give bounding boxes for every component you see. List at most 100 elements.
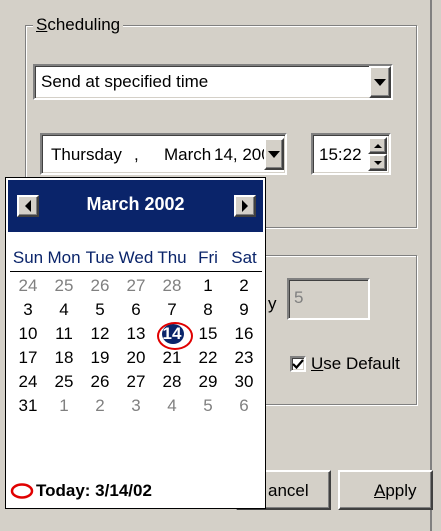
calendar-day-number: 19 <box>90 348 110 367</box>
calendar-month-title[interactable]: March 2002 <box>8 194 263 215</box>
time-field[interactable]: 15:22 <box>311 133 391 175</box>
arrow-right-icon <box>242 200 248 212</box>
calendar-day[interactable]: 23 <box>226 346 262 370</box>
calendar-day[interactable]: 5 <box>82 298 118 322</box>
calendar-day-number: 26 <box>90 276 110 295</box>
calendar-day[interactable]: 2 <box>226 274 262 298</box>
today-link[interactable]: Today: 3/14/02 <box>10 481 152 501</box>
calendar-day-number: 22 <box>198 348 218 367</box>
calendar-day[interactable]: 11 <box>46 322 82 346</box>
calendar-day-number: 7 <box>167 300 177 319</box>
calendar-day-number: 3 <box>23 300 33 319</box>
weekday-label: Thu <box>157 248 187 267</box>
date-month[interactable]: March <box>164 145 211 165</box>
calendar-header: March 2002 <box>8 180 263 232</box>
calendar-day[interactable]: 3 <box>10 298 46 322</box>
calendar-day[interactable]: 27 <box>118 274 154 298</box>
calendar-day-number: 2 <box>95 396 105 415</box>
calendar-day[interactable]: 24 <box>10 274 46 298</box>
calendar-day-number: 29 <box>198 372 218 391</box>
chevron-down-icon <box>268 150 280 158</box>
checkmark-icon <box>292 359 304 370</box>
calendar-day-number: 15 <box>198 324 218 343</box>
calendar-day[interactable]: 9 <box>226 298 262 322</box>
calendar-day[interactable]: 13 <box>118 322 154 346</box>
calendar-day-number: 14 <box>162 324 182 343</box>
calendar-day-number: 26 <box>90 372 110 391</box>
today-circle-icon <box>10 483 34 499</box>
calendar-day[interactable]: 4 <box>154 394 190 418</box>
calendar-day[interactable]: 22 <box>190 346 226 370</box>
apply-button[interactable]: Apply <box>338 470 433 510</box>
calendar-day[interactable]: 29 <box>190 370 226 394</box>
send-mode-dropdown-button[interactable] <box>369 66 391 98</box>
calendar-day-number: 1 <box>59 396 69 415</box>
month-calendar-popup[interactable]: March 2002 Sun Mon Tue Wed Thu Fri Sat 24 25 26 2… <box>5 177 266 509</box>
calendar-day[interactable]: 18 <box>46 346 82 370</box>
weekday-label: Sun <box>12 248 44 267</box>
calendar-day[interactable]: 7 <box>154 298 190 322</box>
count-field[interactable]: 5 <box>287 278 370 320</box>
calendar-day[interactable]: 15 <box>190 322 226 346</box>
calendar-day-number: 8 <box>203 300 213 319</box>
calendar-day-number: 13 <box>126 324 146 343</box>
date-picker-field[interactable]: Thursday , March 14, 2002 <box>40 133 287 175</box>
calendar-day-number: 21 <box>162 348 182 367</box>
calendar-day[interactable]: 26 <box>82 274 118 298</box>
calendar-day[interactable]: 19 <box>82 346 118 370</box>
use-default-checkbox[interactable] <box>290 356 306 372</box>
calendar-day[interactable]: 28 <box>154 370 190 394</box>
calendar-day-number: 2 <box>239 276 249 295</box>
date-weekday[interactable]: Thursday <box>51 145 122 165</box>
calendar-day[interactable]: 10 <box>10 322 46 346</box>
count-value: 5 <box>294 288 304 307</box>
calendar-day-number: 23 <box>234 348 254 367</box>
calendar-day-number: 17 <box>18 348 38 367</box>
use-default-label: Use Default <box>311 354 400 373</box>
calendar-day-number: 5 <box>95 300 105 319</box>
calendar-day[interactable]: 30 <box>226 370 262 394</box>
calendar-day[interactable]: 4 <box>46 298 82 322</box>
days-grid[interactable]: 24 25 26 27 28 1 2 3 4 5 6 7 8 9 10 11 12 13 14 15 16 17 18 19 2… <box>10 274 262 418</box>
calendar-day-number: 6 <box>131 300 141 319</box>
calendar-day[interactable]: 31 <box>10 394 46 418</box>
calendar-day-number: 24 <box>18 372 38 391</box>
calendar-day-number: 31 <box>18 396 38 415</box>
calendar-day[interactable]: 14 <box>154 322 193 350</box>
calendar-day[interactable]: 27 <box>118 370 154 394</box>
calendar-day[interactable]: 26 <box>82 370 118 394</box>
date-dropdown-button[interactable] <box>264 138 284 170</box>
time-spin-down[interactable] <box>368 154 387 171</box>
next-month-button[interactable] <box>234 195 256 217</box>
cancel-label: ancel <box>268 481 309 500</box>
calendar-day-number: 28 <box>162 276 182 295</box>
calendar-day[interactable]: 5 <box>190 394 226 418</box>
calendar-day-number: 20 <box>126 348 146 367</box>
calendar-day[interactable]: 2 <box>82 394 118 418</box>
today-label: Today: 3/14/02 <box>36 481 152 500</box>
calendar-day[interactable]: 28 <box>154 274 190 298</box>
weekday-label: Fri <box>198 248 218 267</box>
time-spin-up[interactable] <box>368 137 387 154</box>
calendar-day[interactable]: 12 <box>82 322 118 346</box>
calendar-day[interactable]: 24 <box>10 370 46 394</box>
calendar-day[interactable]: 1 <box>46 394 82 418</box>
date-separator: , <box>134 145 139 164</box>
calendar-day[interactable]: 17 <box>10 346 46 370</box>
calendar-day[interactable]: 8 <box>190 298 226 322</box>
calendar-day-number: 18 <box>54 348 74 367</box>
apply-label: Apply <box>374 481 417 500</box>
calendar-day[interactable]: 1 <box>190 274 226 298</box>
use-default-checkbox-row[interactable]: Use Default <box>290 354 400 374</box>
calendar-day[interactable]: 20 <box>118 346 154 370</box>
calendar-day-number: 4 <box>167 396 177 415</box>
calendar-day[interactable]: 25 <box>46 274 82 298</box>
calendar-day[interactable]: 16 <box>226 322 262 346</box>
calendar-day[interactable]: 6 <box>118 298 154 322</box>
calendar-day[interactable]: 3 <box>118 394 154 418</box>
calendar-day[interactable]: 6 <box>226 394 262 418</box>
calendar-day-number: 25 <box>54 276 74 295</box>
time-value[interactable]: 15:22 <box>319 145 362 165</box>
calendar-day[interactable]: 25 <box>46 370 82 394</box>
send-mode-dropdown[interactable]: Send at specified time <box>33 64 393 100</box>
